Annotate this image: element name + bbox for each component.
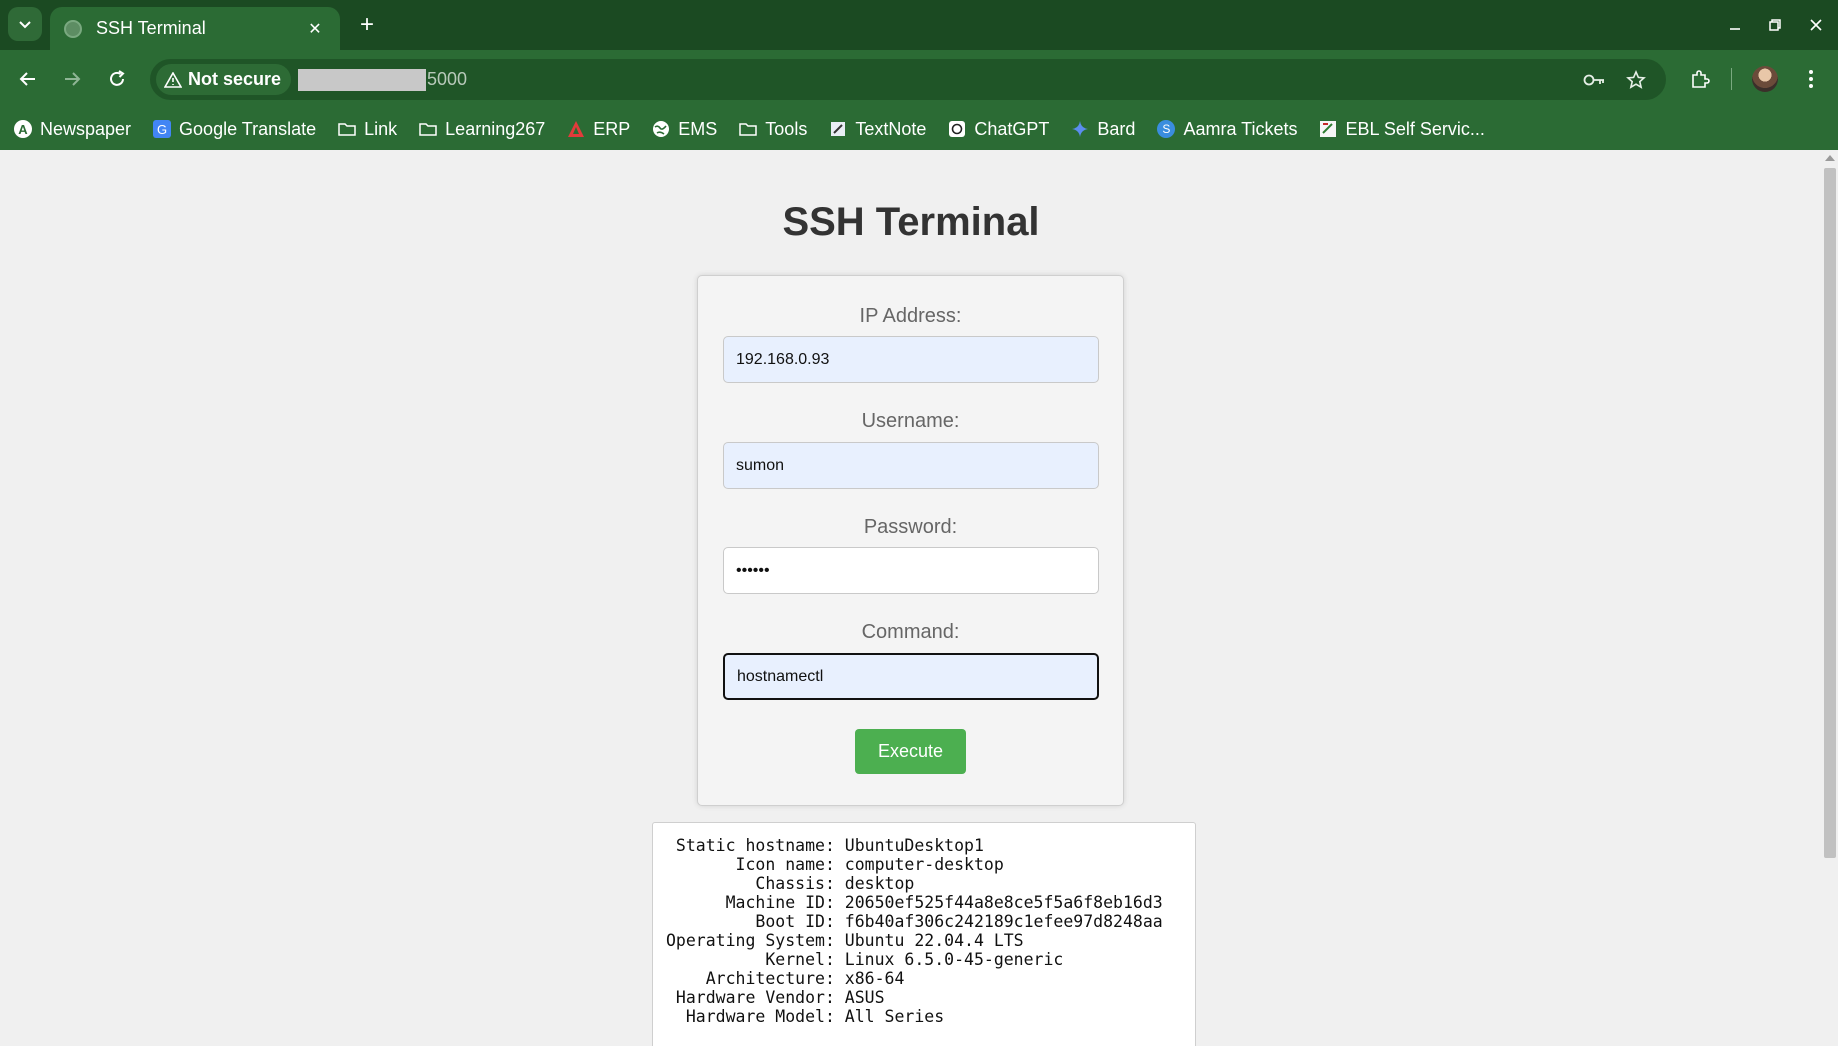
chatgpt-icon — [949, 121, 966, 137]
warning-icon — [164, 71, 182, 88]
reload-icon — [110, 70, 125, 86]
bookmark-aamra-tickets[interactable]: S Aamra Tickets — [1157, 119, 1297, 140]
new-tab-button[interactable]: + — [352, 10, 382, 40]
bookmark-google-translate[interactable]: G Google Translate — [153, 119, 316, 140]
address-bar[interactable]: Not secure 5000 — [150, 59, 1666, 100]
bookmark-label: Bard — [1097, 118, 1136, 139]
tab-title: SSH Terminal — [96, 18, 206, 38]
close-window-button[interactable] — [1798, 8, 1834, 42]
bookmark-label: Aamra Tickets — [1183, 118, 1298, 139]
textnote-icon — [831, 122, 846, 136]
security-chip[interactable]: Not secure — [156, 64, 292, 95]
bookmark-label: TextNote — [855, 118, 927, 139]
restore-button[interactable] — [1757, 8, 1793, 42]
erp-icon — [568, 121, 585, 137]
arrow-right-icon — [65, 72, 81, 86]
security-label: Not secure — [188, 69, 282, 89]
bookmark-label: Tools — [765, 118, 808, 139]
chevron-down-icon — [19, 21, 31, 29]
arrow-left-icon — [19, 72, 35, 86]
bookmark-textnote[interactable]: TextNote — [829, 119, 926, 140]
bookmark-erp[interactable]: ERP — [567, 119, 630, 140]
google-translate-icon: G — [153, 120, 172, 138]
scrollbar-thumb[interactable] — [1824, 168, 1836, 858]
tab-search-button[interactable] — [8, 7, 42, 41]
folder-icon — [338, 123, 356, 136]
folder-icon — [419, 123, 437, 136]
menu-button[interactable] — [1794, 62, 1828, 96]
puzzle-icon — [1692, 70, 1710, 88]
close-icon[interactable]: ✕ — [304, 18, 326, 40]
close-icon — [1810, 19, 1822, 31]
bookmark-tools[interactable]: Tools — [739, 119, 807, 140]
tab-ssh-terminal[interactable]: SSH Terminal ✕ — [50, 7, 340, 50]
bookmark-label: Newspaper — [40, 118, 132, 139]
url-redacted — [298, 69, 426, 91]
globe-icon — [64, 19, 82, 38]
forward-button[interactable] — [55, 62, 89, 96]
command-output: Static hostname: UbuntuDesktop1 Icon nam… — [652, 822, 1196, 1046]
bard-icon — [1072, 121, 1089, 137]
kebab-menu-icon — [1809, 70, 1813, 88]
extensions-button[interactable] — [1683, 62, 1717, 96]
password-label: Password: — [863, 516, 958, 538]
bookmark-label: EBL Self Servic... — [1345, 118, 1485, 139]
tab-strip: SSH Terminal ✕ + — [0, 0, 1838, 50]
page-title: SSH Terminal — [782, 200, 1040, 244]
bookmark-newspaper[interactable]: A Newspaper — [14, 119, 131, 140]
password-input[interactable] — [723, 547, 1099, 594]
minimize-button[interactable] — [1717, 8, 1753, 42]
profile-avatar[interactable] — [1752, 66, 1778, 92]
aamra-icon: S — [1157, 120, 1176, 138]
command-input[interactable] — [723, 653, 1099, 700]
ebl-icon — [1320, 121, 1337, 137]
bookmark-label: ERP — [593, 118, 631, 139]
bookmark-ebl[interactable]: EBL Self Servic... — [1319, 118, 1485, 140]
toolbar-divider — [1731, 68, 1732, 90]
bookmark-link[interactable]: Link — [338, 119, 397, 140]
username-input[interactable] — [723, 442, 1099, 489]
minimize-icon — [1730, 28, 1740, 30]
back-button[interactable] — [11, 62, 45, 96]
ip-address-input[interactable] — [723, 336, 1099, 383]
bookmark-label: Google Translate — [179, 118, 317, 139]
execute-button[interactable]: Execute — [855, 729, 966, 774]
bookmark-label: EMS — [678, 118, 718, 139]
scroll-up-arrow-icon[interactable] — [1825, 155, 1835, 161]
bookmark-label: Learning267 — [445, 118, 546, 139]
folder-icon — [739, 123, 758, 136]
password-key-icon[interactable] — [1582, 68, 1606, 92]
bookmarks-bar: A Newspaper G Google Translate Link Lear… — [0, 108, 1838, 150]
bookmark-ems[interactable]: EMS — [652, 119, 717, 140]
username-label: Username: — [861, 410, 960, 432]
globe-icon — [653, 121, 670, 137]
command-label: Command: — [861, 621, 960, 643]
url-port: 5000 — [427, 69, 468, 89]
reload-button[interactable] — [100, 62, 134, 96]
bookmark-label: Link — [364, 118, 398, 139]
newspaper-icon: A — [14, 120, 32, 138]
bookmark-star-icon[interactable] — [1624, 68, 1648, 92]
bookmark-chatgpt[interactable]: ChatGPT — [948, 119, 1049, 140]
ssh-form: IP Address: Username: Password: Command:… — [697, 275, 1124, 806]
bookmark-label: ChatGPT — [974, 118, 1050, 139]
output-text: Static hostname: UbuntuDesktop1 Icon nam… — [666, 836, 1163, 1026]
bookmark-bard[interactable]: Bard — [1071, 119, 1135, 140]
ip-label: IP Address: — [859, 305, 962, 327]
bookmark-learning267[interactable]: Learning267 — [419, 119, 545, 140]
restore-icon — [1769, 19, 1781, 31]
